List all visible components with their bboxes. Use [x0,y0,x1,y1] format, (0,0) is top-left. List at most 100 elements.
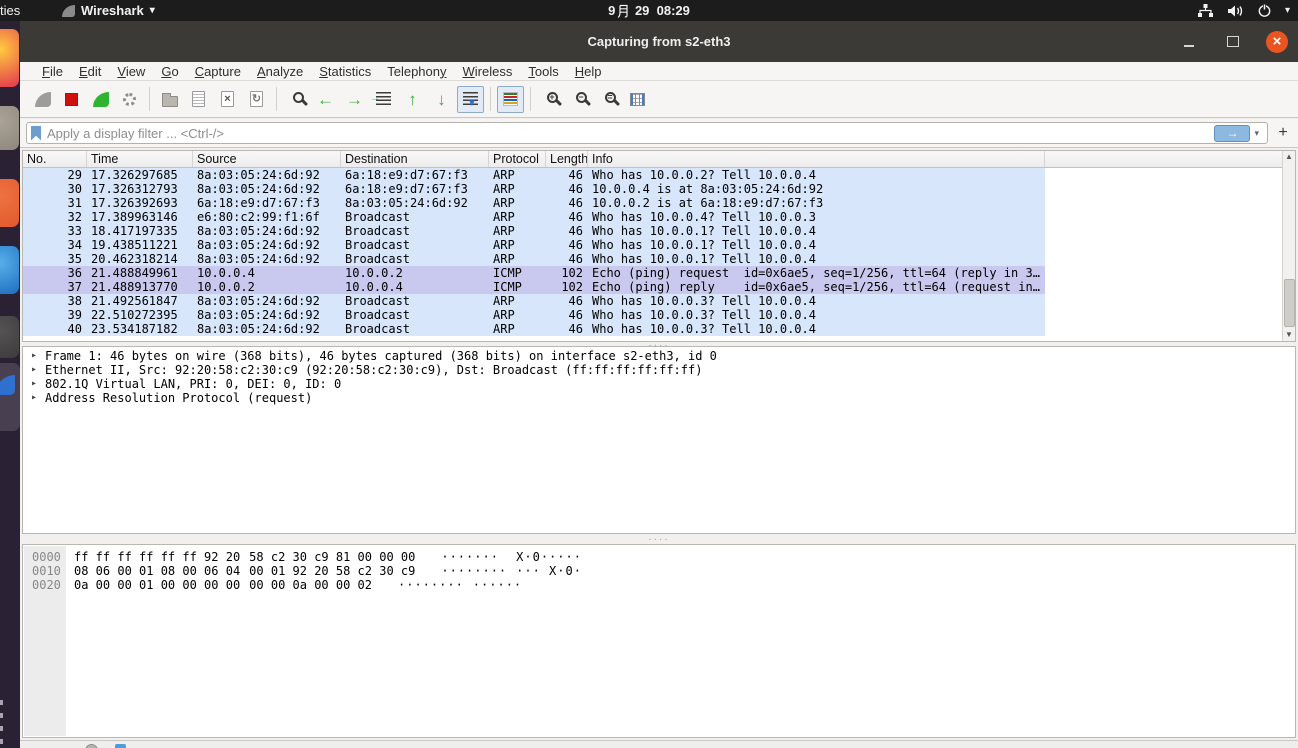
packet-row-40[interactable]: 40 23.534187182 8a:03:05:24:6d:92 Broadcast… [23,322,1045,336]
menu-view[interactable]: View [109,64,153,79]
go-to-last-packet-button[interactable]: ↓ [428,86,455,113]
apply-filter-button[interactable]: → [1214,124,1251,142]
expand-arrow-icon[interactable]: ▸ [23,377,45,391]
zoom-original-button[interactable]: = [595,86,622,113]
scrollbar-thumb[interactable] [1284,279,1295,327]
column-header-time[interactable]: Time [87,151,193,167]
column-header-length[interactable]: Length [546,151,588,167]
column-header-info[interactable]: Info [588,151,1045,167]
dock-item-files[interactable] [0,106,19,150]
hex-row-0010[interactable]: 0010 08 06 00 01 08 00 06 04 00 01 92 20 5… [23,564,1295,578]
auto-scroll-toggle-button[interactable]: ▼ [457,85,484,113]
toolbar-separator [149,87,150,111]
menu-file[interactable]: File [34,64,71,79]
hex-row-0000[interactable]: 0000 ff ff ff ff ff ff 92 20 58 c2 30 c9 8… [23,550,1295,564]
capture-comment-icon[interactable] [115,744,126,748]
volume-icon [1227,5,1243,16]
display-filter-box[interactable]: → ▾ [26,122,1268,144]
go-to-packet-button[interactable]: → [370,86,397,113]
pane-splitter[interactable]: ···· [22,534,1296,544]
colorize-toggle-button[interactable] [497,85,524,113]
packet-row-30[interactable]: 30 17.326312793 8a:03:05:24:6d:92 6a:18:e9:… [23,182,1045,196]
column-header-filler [1045,151,1295,167]
go-to-first-packet-button[interactable]: ↑ [399,86,426,113]
ascii-col: ········ [398,578,464,592]
open-capture-file-button[interactable] [156,86,183,113]
menu-edit[interactable]: Edit [71,64,109,79]
detail-row-2[interactable]: ▸ 802.1Q Virtual LAN, PRI: 0, DEI: 0, ID:… [23,377,1295,391]
restart-capture-button[interactable] [87,86,114,113]
packet-row-31[interactable]: 31 17.326392693 6a:18:e9:d7:67:f3 8a:03:05:… [23,196,1045,210]
main-toolbar: × ↻ ← → → ↑ ↓ ▼ + − = [20,81,1298,118]
stop-capture-button[interactable] [58,86,85,113]
scroll-down-arrow[interactable]: ▼ [1283,329,1295,341]
filter-dropdown-caret[interactable]: ▾ [1250,128,1263,139]
menu-analyze[interactable]: Analyze [249,64,311,79]
menu-capture[interactable]: Capture [187,64,249,79]
column-header-no[interactable]: No. [23,151,87,167]
expert-info-icon[interactable] [85,744,98,748]
column-header-protocol[interactable]: Protocol [489,151,546,167]
resize-columns-button[interactable] [624,86,651,113]
capture-options-button[interactable] [116,86,143,113]
close-capture-file-button[interactable]: × [214,86,241,113]
dock-item-firefox[interactable] [0,29,19,87]
go-forward-button[interactable]: → [341,86,368,113]
system-tray[interactable]: ▾ [1197,3,1290,18]
menu-tools[interactable]: Tools [520,64,566,79]
packet-row-36[interactable]: 36 21.488849961 10.0.0.4 10.0.0.2 ICMP 102 Ech… [23,266,1045,280]
network-icon [1197,4,1213,17]
window-titlebar[interactable]: Capturing from s2-eth3 × [20,21,1298,62]
detail-row-0[interactable]: ▸ Frame 1: 46 bytes on wire (368 bits), 4… [23,349,1295,363]
menu-telephony[interactable]: Telephony [379,64,454,79]
column-header-destination[interactable]: Destination [341,151,489,167]
dock-item-app-blue[interactable] [0,246,19,294]
dock-item-wireshark-active[interactable] [0,363,20,431]
expand-arrow-icon[interactable]: ▸ [23,349,45,363]
power-icon [1258,4,1271,17]
zoom-out-button[interactable]: − [566,86,593,113]
packet-row-32[interactable]: 32 17.389963146 e6:80:c2:99:f1:6f Broadcast… [23,210,1045,224]
reload-file-button[interactable]: ↻ [243,86,270,113]
hex-row-0020[interactable]: 0020 0a 00 00 01 00 00 00 00 00 00 0a 00 0… [23,578,1295,592]
ubuntu-dock [0,21,20,748]
scroll-up-arrow[interactable]: ▲ [1283,151,1295,163]
window-title: Capturing from s2-eth3 [587,34,731,49]
save-capture-file-button[interactable] [185,86,212,113]
filter-bookmark-icon[interactable] [31,125,41,141]
dock-item-app-orange[interactable] [0,179,19,227]
packet-row-38[interactable]: 38 21.492561847 8a:03:05:24:6d:92 Broadcast… [23,294,1045,308]
display-filter-input[interactable] [47,125,1215,141]
detail-row-3[interactable]: ▸ Address Resolution Protocol (request) [23,391,1295,405]
maximize-button[interactable] [1222,31,1244,53]
clock[interactable]: 9 29 08:29 [0,3,1298,18]
menu-wireless[interactable]: Wireless [455,64,521,79]
menu-help[interactable]: Help [567,64,610,79]
packet-row-35[interactable]: 35 20.462318214 8a:03:05:24:6d:92 Broadcast… [23,252,1045,266]
packet-row-34[interactable]: 34 19.438511221 8a:03:05:24:6d:92 Broadcast… [23,238,1045,252]
add-filter-button[interactable]: + [1274,124,1292,142]
expand-arrow-icon[interactable]: ▸ [23,363,45,377]
menu-statistics[interactable]: Statistics [311,64,379,79]
system-top-bar: ties Wireshark ▾ 9 29 08:29 ▾ [0,0,1298,21]
go-back-button[interactable]: ← [312,86,339,113]
find-packet-button[interactable] [283,86,310,113]
packet-row-29[interactable]: 29 17.326297685 8a:03:05:24:6d:92 6a:18:e9:… [23,168,1045,182]
close-button[interactable]: × [1266,30,1288,53]
minimize-button[interactable] [1178,31,1200,53]
zoom-in-button[interactable]: + [537,86,564,113]
packet-row-37[interactable]: 37 21.488913770 10.0.0.2 10.0.0.4 ICMP 102 Ech… [23,280,1045,294]
packet-list-scrollbar[interactable]: ▲ ▼ [1282,151,1295,341]
column-header-source[interactable]: Source [193,151,341,167]
packet-row-39[interactable]: 39 22.510272395 8a:03:05:24:6d:92 Broadcast… [23,308,1045,322]
menu-go[interactable]: Go [153,64,186,79]
dock-item-terminal[interactable] [0,316,19,358]
detail-row-1[interactable]: ▸ Ethernet II, Src: 92:20:58:c2:30:c9 (92… [23,363,1295,377]
start-capture-button[interactable] [29,86,56,113]
packet-row-33[interactable]: 33 18.417197335 8a:03:05:24:6d:92 Broadcast… [23,224,1045,238]
restart-capture-icon [92,91,109,107]
show-applications-icon[interactable] [0,700,3,744]
expand-arrow-icon[interactable]: ▸ [23,391,45,405]
go-to-first-packet-icon: ↑ [408,89,417,109]
packet-bytes-pane[interactable]: 0000 ff ff ff ff ff ff 92 20 58 c2 30 c9 8… [22,544,1296,738]
